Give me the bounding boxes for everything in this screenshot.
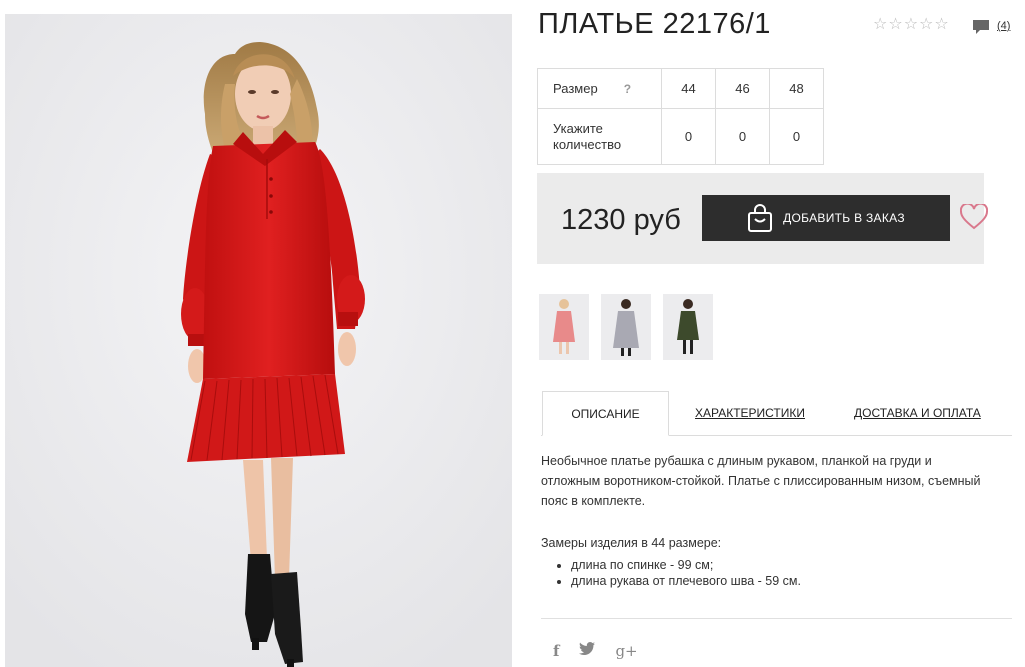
- google-plus-icon[interactable]: g+: [615, 642, 637, 660]
- star-icon[interactable]: ☆: [904, 16, 918, 32]
- dress-model-illustration: [5, 14, 512, 667]
- color-thumbnails: [539, 294, 713, 360]
- product-title: ПЛАТЬЕ 22176/1: [538, 8, 771, 40]
- star-icon[interactable]: ☆: [888, 16, 902, 32]
- size-row: Размер? 44 46 48: [537, 68, 824, 109]
- add-to-order-label: ДОБАВИТЬ В ЗАКАЗ: [783, 211, 905, 225]
- thumbnail-pink-dress[interactable]: [539, 294, 589, 360]
- quantity-input-48[interactable]: 0: [769, 108, 824, 165]
- measure-item: длина по спинке - 99 см;: [571, 557, 801, 573]
- quantity-input-44[interactable]: 0: [661, 108, 716, 165]
- size-option-44[interactable]: 44: [661, 68, 716, 109]
- twitter-icon[interactable]: [579, 642, 596, 660]
- shopping-bag-icon: [748, 204, 773, 232]
- social-share: f g+: [553, 642, 638, 660]
- product-description: Необычное платье рубашка с длиным рукаво…: [541, 454, 981, 508]
- measures-list: длина по спинке - 99 см; длина рукава от…: [557, 557, 801, 589]
- review-count-link[interactable]: (4): [997, 20, 1010, 32]
- thumbnail-grey-dress[interactable]: [601, 294, 651, 360]
- quantity-row: Укажите количество 0 0 0: [537, 108, 824, 165]
- product-tabs: ОПИСАНИЕ ХАРАКТЕРИСТИКИ ДОСТАВКА И ОПЛАТ…: [541, 391, 1012, 436]
- star-icon[interactable]: ☆: [873, 16, 887, 32]
- thumbnail-olive-dress[interactable]: [663, 294, 713, 360]
- size-label-cell: Размер?: [537, 68, 662, 109]
- comment-icon[interactable]: [972, 19, 990, 40]
- tab-characteristics[interactable]: ХАРАКТЕРИСТИКИ: [695, 391, 805, 435]
- tab-description[interactable]: ОПИСАНИЕ: [542, 391, 669, 436]
- quantity-label: Укажите количество: [537, 108, 662, 165]
- measures-title: Замеры изделия в 44 размере:: [541, 536, 722, 550]
- quantity-input-46[interactable]: 0: [715, 108, 770, 165]
- tab-delivery-payment[interactable]: ДОСТАВКА И ОПЛАТА: [854, 391, 981, 435]
- help-icon[interactable]: ?: [624, 82, 631, 96]
- size-option-46[interactable]: 46: [715, 68, 770, 109]
- add-to-order-button[interactable]: ДОБАВИТЬ В ЗАКАЗ: [702, 195, 950, 241]
- product-photo[interactable]: [5, 14, 512, 667]
- price-box: 1230 руб ДОБАВИТЬ В ЗАКАЗ: [537, 173, 989, 264]
- facebook-icon[interactable]: f: [553, 642, 559, 660]
- size-option-48[interactable]: 48: [769, 68, 824, 109]
- star-icon[interactable]: ☆: [934, 16, 948, 32]
- measure-item: длина рукава от плечевого шва - 59 см.: [571, 573, 801, 589]
- price: 1230 руб: [561, 204, 681, 236]
- heart-icon[interactable]: [959, 202, 989, 235]
- rating-stars[interactable]: ☆ ☆ ☆ ☆ ☆: [873, 16, 949, 32]
- star-icon[interactable]: ☆: [919, 16, 933, 32]
- divider: [541, 618, 1012, 619]
- size-quantity-table: Размер? 44 46 48 Укажите количество 0 0 …: [537, 68, 824, 165]
- size-label: Размер: [553, 80, 598, 96]
